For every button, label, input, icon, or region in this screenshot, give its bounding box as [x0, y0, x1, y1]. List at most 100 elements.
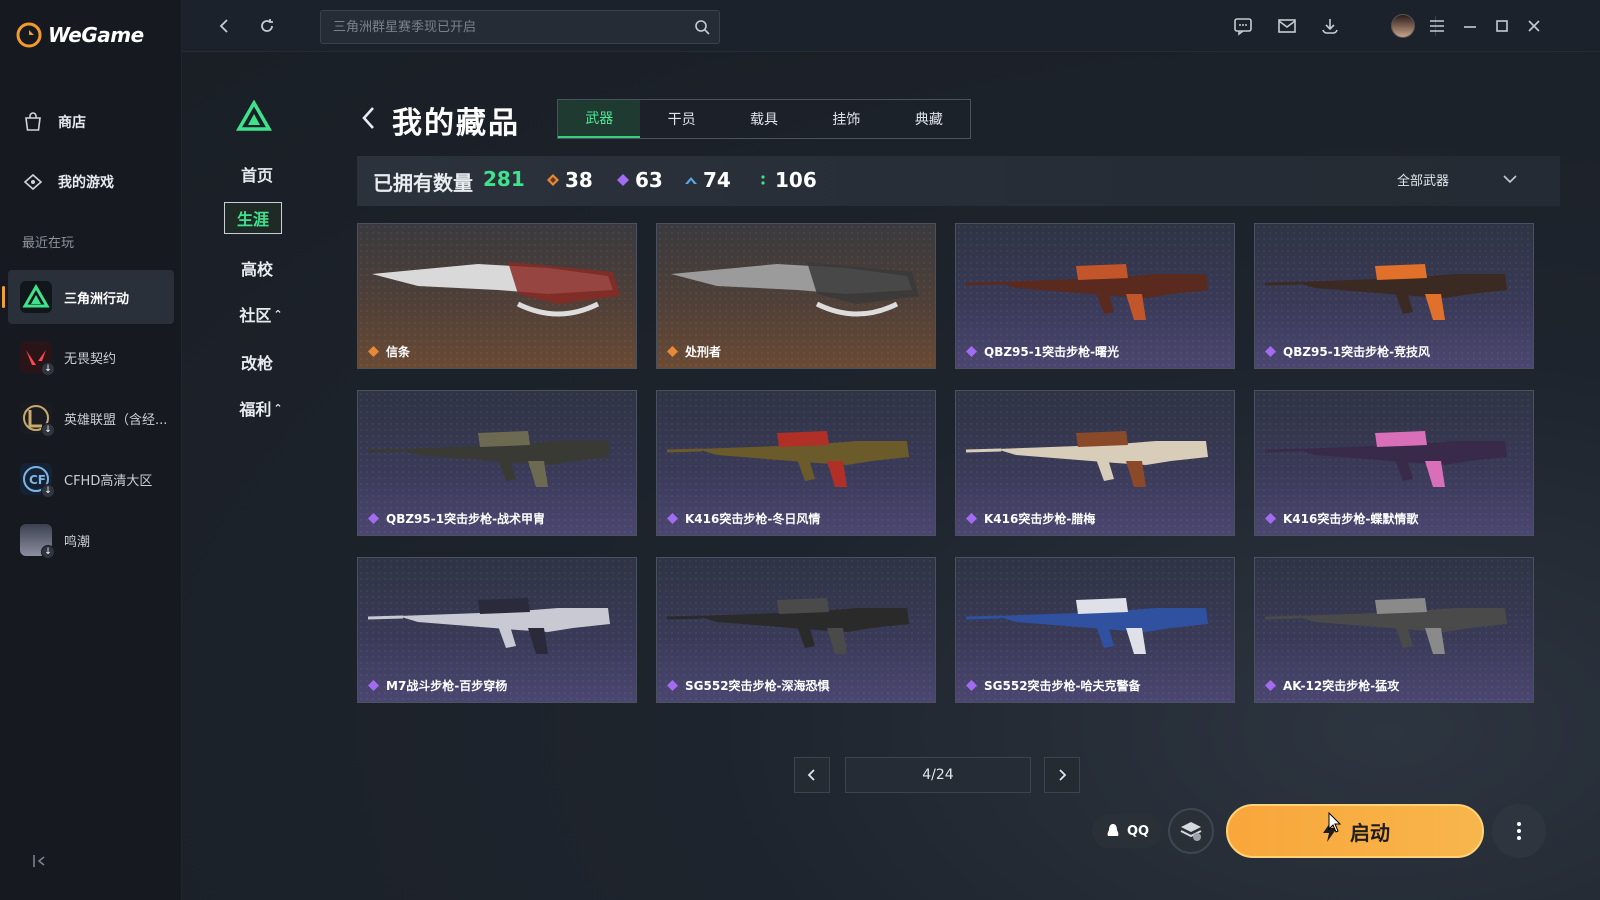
tab-operators[interactable]: 干员: [640, 100, 722, 138]
valorant-icon: ↓: [20, 341, 55, 376]
weapon-card[interactable]: 信条: [357, 223, 637, 369]
weapon-card[interactable]: QBZ95-1突击步枪-竞技风: [1254, 223, 1534, 369]
subnav-community[interactable]: 社区 ⌃: [226, 298, 296, 330]
download-badge-icon: ↓: [41, 484, 55, 498]
search-input[interactable]: [321, 11, 681, 43]
app-name: WeGame: [48, 23, 144, 47]
menu-icon[interactable]: [1426, 15, 1448, 37]
chevron-down-icon[interactable]: [1501, 170, 1519, 188]
minimize-icon[interactable]: [1459, 15, 1481, 37]
weapon-caption: QBZ95-1突击步枪-战术甲胄: [368, 510, 545, 527]
weapon-name: SG552突击步枪-哈夫克警备: [984, 679, 1141, 693]
layers-icon: [1180, 822, 1202, 841]
game-item-valorant[interactable]: ↓ 无畏契约: [8, 330, 174, 384]
tab-vehicles[interactable]: 载具: [723, 100, 805, 138]
purple-gem-icon: [1265, 680, 1276, 691]
more-options-button[interactable]: [1492, 804, 1546, 858]
stat-blue: 74: [685, 168, 731, 192]
weapon-caption: AK-12突击步枪-猛攻: [1265, 677, 1399, 694]
close-icon[interactable]: [1523, 15, 1545, 37]
weapon-card[interactable]: QBZ95-1突击步枪-战术甲胄: [357, 390, 637, 536]
purple-gem-icon: [1265, 513, 1276, 524]
launch-button[interactable]: 启动: [1226, 804, 1484, 858]
weapon-card[interactable]: M7战斗步枪-百步穿杨: [357, 557, 637, 703]
download-icon[interactable]: [1319, 15, 1341, 37]
weapon-caption: K416突击步枪-冬日风情: [667, 510, 820, 527]
nav-store[interactable]: 商店: [8, 98, 174, 146]
weapon-card[interactable]: QBZ95-1突击步枪-曙光: [955, 223, 1235, 369]
subnav-career[interactable]: 生涯: [224, 202, 282, 234]
weapon-image: [666, 598, 909, 654]
stat-value: 63: [635, 168, 663, 192]
game-label: 鸣潮: [64, 534, 91, 550]
search-icon[interactable]: [693, 18, 711, 36]
chevron-up-icon: ⌃: [273, 307, 283, 321]
chevron-right-icon: [1059, 769, 1067, 781]
collapse-sidebar-icon[interactable]: [30, 852, 48, 870]
weapon-name: AK-12突击步枪-猛攻: [1283, 679, 1400, 693]
weapon-caption: SG552突击步枪-哈夫克警备: [966, 677, 1141, 694]
game-item-wuthering-waves[interactable]: ↓ 鸣潮: [8, 513, 174, 567]
purple-gem-icon: [966, 346, 977, 357]
game-item-cfhd[interactable]: CF ↓ CFHD高清大区: [8, 452, 174, 506]
chat-icon[interactable]: [1232, 15, 1254, 37]
nav-my-games[interactable]: 我的游戏: [8, 158, 174, 206]
weapon-name: K416突击步枪-蝶默情歌: [1283, 512, 1419, 526]
weapon-name: K416突击步枪-冬日风情: [685, 512, 821, 526]
tab-charms[interactable]: 挂饰: [805, 100, 887, 138]
stat-orange: 38: [547, 168, 593, 192]
content-area: 首页 生涯 高校 社区 ⌃ 改枪 福利 ⌃ 我的藏品 武器 干员 载具 挂饰 典藏 …: [182, 52, 1600, 900]
tab-weapons[interactable]: 武器: [558, 100, 641, 138]
weapon-name: QBZ95-1突击步枪-战术甲胄: [386, 512, 546, 526]
delta-force-logo-icon[interactable]: [236, 100, 272, 132]
purple-gem-icon: [966, 513, 977, 524]
weapon-card[interactable]: AK-12突击步枪-猛攻: [1254, 557, 1534, 703]
subnav-college[interactable]: 高校: [222, 252, 292, 284]
wegame-logo-icon: [16, 22, 42, 48]
mail-icon[interactable]: [1276, 15, 1298, 37]
weapon-image: [372, 262, 620, 317]
nav-my-games-label: 我的游戏: [58, 175, 114, 191]
weapon-caption: SG552突击步枪-深海恐惧: [667, 677, 830, 694]
qq-account-button[interactable]: QQ: [1092, 814, 1162, 848]
purple-gem-icon: [667, 513, 678, 524]
weapon-card[interactable]: K416突击步枪-蝶默情歌: [1254, 390, 1534, 536]
qq-label: QQ: [1126, 823, 1150, 839]
gamepad-icon: [22, 171, 44, 193]
weapon-name: 信条: [386, 345, 411, 359]
subnav-home[interactable]: 首页: [222, 158, 292, 190]
next-page-button[interactable]: [1044, 757, 1080, 793]
back-icon[interactable]: [214, 15, 236, 37]
blue-chevron-icon: [685, 177, 697, 184]
refresh-icon[interactable]: [256, 15, 278, 37]
page-title: 我的藏品: [392, 106, 520, 141]
tab-collection[interactable]: 典藏: [888, 100, 970, 138]
weapon-card[interactable]: K416突击步枪-冬日风情: [656, 390, 936, 536]
accelerator-button[interactable]: [1168, 808, 1214, 854]
game-label: 无畏契约: [64, 351, 117, 367]
wegame-logo[interactable]: WeGame: [16, 22, 144, 48]
qq-penguin-icon: [1107, 824, 1119, 836]
purple-gem-icon: [617, 174, 629, 186]
green-dots-icon: [761, 175, 765, 185]
stats-bar: 已拥有数量 281 38 63 74 106 全部武器: [357, 156, 1560, 206]
weapon-caption: 处刑者: [667, 343, 721, 360]
maximize-icon[interactable]: [1491, 15, 1513, 37]
weapon-caption: 信条: [368, 343, 410, 360]
subnav-welfare[interactable]: 福利 ⌃: [226, 392, 296, 424]
weapon-card[interactable]: K416突击步枪-腊梅: [955, 390, 1235, 536]
subnav-gun-mod[interactable]: 改枪: [222, 346, 292, 378]
stat-value: 74: [703, 168, 731, 192]
weapon-filter-dropdown[interactable]: 全部武器: [1397, 170, 1449, 189]
weapon-card[interactable]: SG552突击步枪-深海恐惧: [656, 557, 936, 703]
prev-page-button[interactable]: [794, 757, 830, 793]
game-item-delta-force[interactable]: 三角洲行动: [2, 270, 174, 324]
weapon-card[interactable]: 处刑者: [656, 223, 936, 369]
weapon-name: K416突击步枪-腊梅: [984, 512, 1096, 526]
game-label: 英雄联盟（含经...: [64, 412, 168, 428]
weapon-card[interactable]: SG552突击步枪-哈夫克警备: [955, 557, 1235, 703]
weapon-image: [965, 598, 1208, 654]
title-back-icon[interactable]: [358, 104, 380, 132]
user-avatar[interactable]: [1391, 14, 1415, 38]
game-item-lol[interactable]: ↓ 英雄联盟（含经...: [8, 391, 174, 445]
